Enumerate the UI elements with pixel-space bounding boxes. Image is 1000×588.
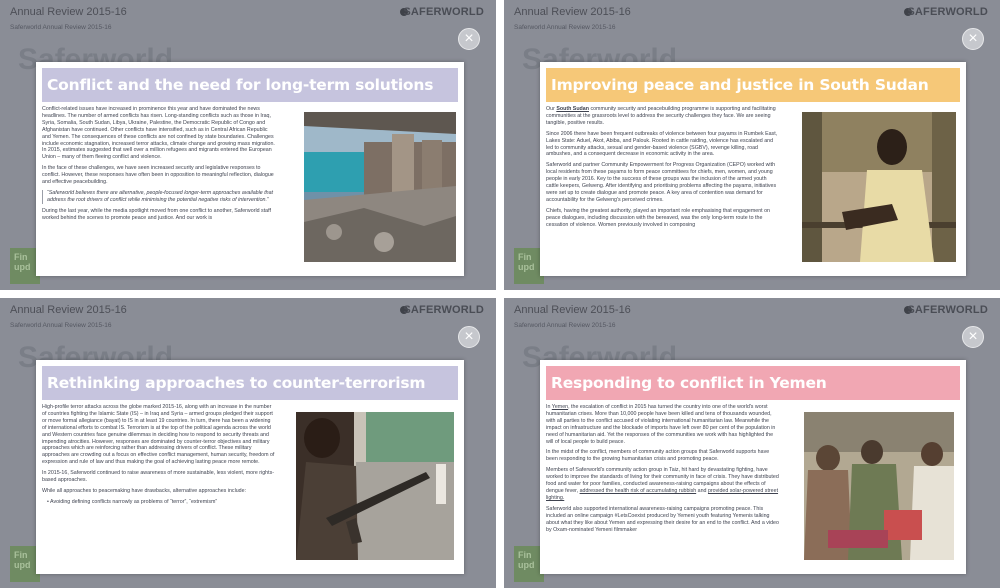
modal-body: High-profile terror attacks across the g… <box>42 404 280 572</box>
paragraph: Saferworld also supported international … <box>546 505 779 533</box>
modal-title: Rethinking approaches to counter-terrori… <box>42 366 458 400</box>
paragraph: In 2015-16, Saferworld continued to rais… <box>42 470 275 484</box>
app-subtitle: Saferworld Annual Review 2015-16 <box>514 322 616 329</box>
paragraph: In the face of these challenges, we have… <box>42 165 274 186</box>
app-subtitle: Saferworld Annual Review 2015-16 <box>514 24 616 31</box>
modal-body: Our South Sudan community security and p… <box>546 106 784 274</box>
app-title: Annual Review 2015-16 <box>514 6 631 18</box>
app-subtitle: Saferworld Annual Review 2015-16 <box>10 322 112 329</box>
paragraph: While all approaches to peacemaking have… <box>42 487 247 494</box>
paragraph: High-profile terror attacks across the g… <box>42 404 275 466</box>
text: , the escalation of conflict in 2015 has… <box>546 404 776 445</box>
pull-quote: “Saferworld believes there are alternati… <box>42 189 276 204</box>
background-header: Annual Review 2015-16 SAFERWORLD <box>0 0 496 24</box>
modal: Conflict and the need for long-term solu… <box>36 62 464 276</box>
rubbish-link[interactable]: addressed the health risk of accumulatin… <box>580 488 697 494</box>
saferworld-logo[interactable]: SAFERWORLD <box>403 304 484 316</box>
yemen-link[interactable]: Yemen <box>552 404 568 410</box>
close-button[interactable]: × <box>962 326 984 348</box>
text: Our <box>546 106 557 112</box>
close-button[interactable]: × <box>458 326 480 348</box>
screenshot-grid: Annual Review 2015-16 SAFERWORLD Saferwo… <box>0 0 1000 588</box>
modal-title: Conflict and the need for long-term solu… <box>42 68 458 102</box>
panel-conflict: Annual Review 2015-16 SAFERWORLD Saferwo… <box>0 0 496 290</box>
panel-yemen: Annual Review 2015-16 SAFERWORLD Saferwo… <box>504 298 1000 588</box>
background-header: Annual Review 2015-16 SAFERWORLD <box>504 0 1000 24</box>
saferworld-logo[interactable]: SAFERWORLD <box>907 6 988 18</box>
paragraph: During the last year, while the media sp… <box>42 207 271 221</box>
saferworld-logo[interactable]: SAFERWORLD <box>403 6 484 18</box>
modal-title: Improving peace and justice in South Sud… <box>546 68 960 102</box>
paragraph: Since 2006 there have been frequent outb… <box>546 130 778 158</box>
modal: Responding to conflict in Yemen In Yemen… <box>540 360 966 574</box>
south-sudan-link[interactable]: South Sudan <box>556 106 589 112</box>
close-button[interactable]: × <box>962 28 984 50</box>
photo-soldier <box>296 412 454 560</box>
paragraph: Conflict-related issues have increased i… <box>42 106 275 161</box>
saferworld-logo[interactable]: SAFERWORLD <box>907 304 988 316</box>
app-title: Annual Review 2015-16 <box>10 304 127 316</box>
paragraph: In the midst of the conflict, members of… <box>546 449 770 463</box>
modal-body: Conflict-related issues have increased i… <box>42 106 280 274</box>
app-title: Annual Review 2015-16 <box>10 6 127 18</box>
paragraph: In Yemen, the escalation of conflict in … <box>546 404 780 445</box>
background-header: Annual Review 2015-16 SAFERWORLD <box>504 298 1000 322</box>
text: and <box>696 487 708 494</box>
panel-south-sudan: Annual Review 2015-16 SAFERWORLD Saferwo… <box>504 0 1000 290</box>
paragraph: Members of Saferworld's community action… <box>546 467 780 502</box>
background-header: Annual Review 2015-16 SAFERWORLD <box>0 298 496 322</box>
modal: Improving peace and justice in South Sud… <box>540 62 966 276</box>
photo-bombed-building <box>304 112 456 262</box>
photo-woman <box>802 112 956 262</box>
modal-title: Responding to conflict in Yemen <box>546 366 960 400</box>
photo-group-of-men <box>804 412 954 560</box>
modal-body: In Yemen, the escalation of conflict in … <box>546 404 784 572</box>
list-item: • Avoiding defining conflicts narrowly a… <box>47 498 218 505</box>
app-title: Annual Review 2015-16 <box>514 304 631 316</box>
paragraph: Chiefs, having the greatest authority, p… <box>546 207 770 228</box>
paragraph: Our South Sudan community security and p… <box>546 106 780 127</box>
paragraph: Saferworld and partner Community Empower… <box>546 162 777 203</box>
app-subtitle: Saferworld Annual Review 2015-16 <box>10 24 112 31</box>
modal: Rethinking approaches to counter-terrori… <box>36 360 464 574</box>
close-button[interactable]: × <box>458 28 480 50</box>
panel-counter-terrorism: Annual Review 2015-16 SAFERWORLD Saferwo… <box>0 298 496 588</box>
